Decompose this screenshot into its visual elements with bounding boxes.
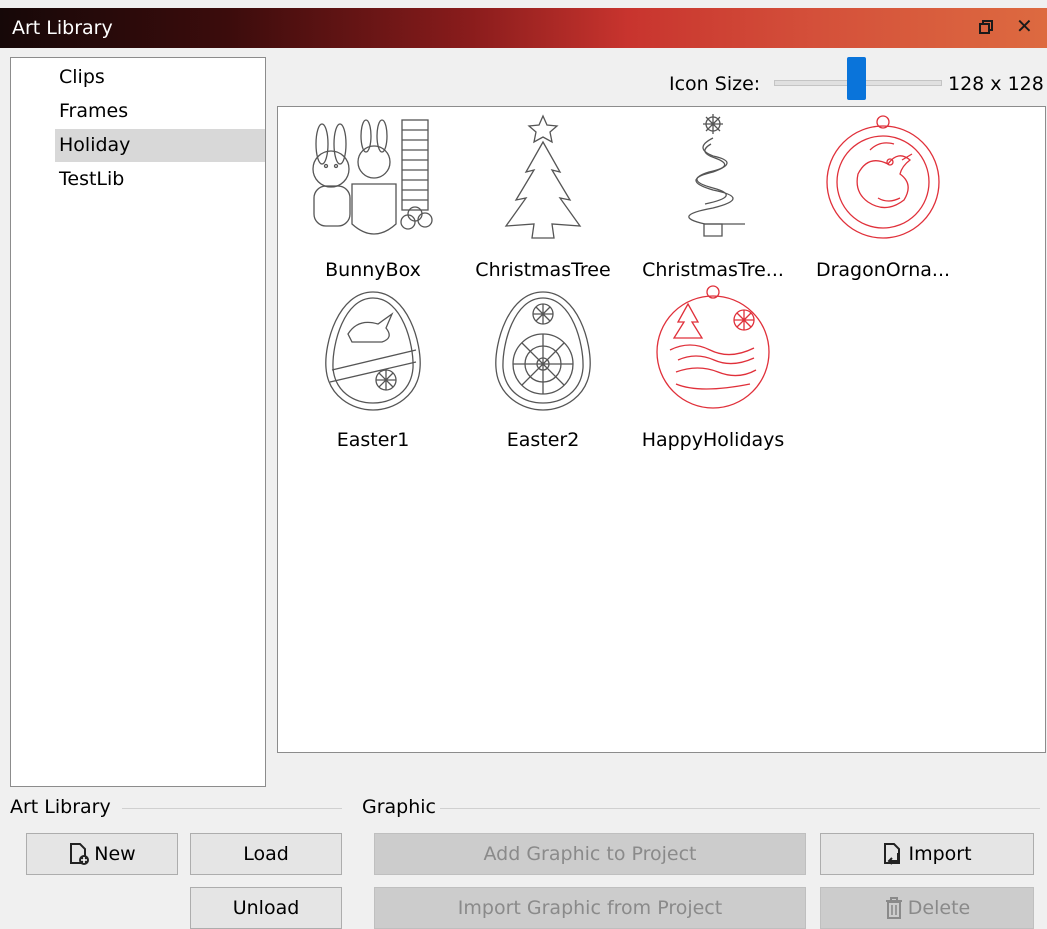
import-graphic-from-project-button[interactable]: Import Graphic from Project: [374, 887, 806, 929]
graphic-label: DragonOrna...: [815, 259, 951, 281]
window-title: Art Library: [12, 17, 113, 39]
new-file-icon: [70, 843, 90, 865]
delete-button-label: Delete: [907, 897, 971, 919]
graphic-label: ChristmasTre...: [642, 259, 784, 281]
title-bar: Art Library ✕: [0, 8, 1047, 48]
import-graphic-from-project-label: Import Graphic from Project: [457, 897, 723, 919]
art-library-group-divider: [122, 808, 342, 809]
icon-size-slider-thumb[interactable]: [847, 57, 866, 100]
easter2-thumbnail: [495, 291, 591, 411]
close-icon[interactable]: ✕: [1016, 14, 1033, 38]
graphic-group-label: Graphic: [362, 796, 437, 818]
graphic-label: BunnyBox: [325, 259, 421, 281]
easter1-thumbnail: [325, 291, 421, 411]
bunnybox-thumbnail: [312, 119, 433, 235]
load-button[interactable]: Load: [190, 833, 342, 875]
graphic-tile[interactable]: ChristmasTre...: [628, 112, 798, 287]
restore-icon[interactable]: [978, 16, 994, 40]
graphic-label: Easter1: [336, 429, 410, 451]
delete-button[interactable]: Delete: [820, 887, 1034, 929]
trash-icon: [885, 897, 902, 919]
graphic-label: HappyHolidays: [641, 429, 785, 451]
unload-button[interactable]: Unload: [190, 887, 342, 929]
import-file-icon: [884, 843, 901, 865]
graphic-tile[interactable]: Easter1: [288, 282, 458, 457]
graphic-tile[interactable]: HappyHolidays: [628, 282, 798, 457]
import-button[interactable]: Import: [820, 833, 1034, 875]
graphic-tile[interactable]: BunnyBox: [288, 112, 458, 287]
library-item-holiday[interactable]: Holiday: [55, 129, 265, 162]
add-graphic-label: Add Graphic to Project: [483, 843, 697, 865]
graphic-label: ChristmasTree: [475, 259, 611, 281]
art-library-group-label: Art Library: [10, 796, 111, 818]
new-button[interactable]: New: [26, 833, 178, 875]
library-item-testlib[interactable]: TestLib: [55, 163, 265, 196]
graphic-label: Easter2: [506, 429, 580, 451]
dragonornament-thumbnail: [826, 115, 940, 239]
happyholidays-thumbnail: [656, 285, 770, 409]
graphic-tile[interactable]: DragonOrna...: [798, 112, 968, 287]
add-graphic-to-project-button[interactable]: Add Graphic to Project: [374, 833, 806, 875]
library-item-frames[interactable]: Frames: [55, 95, 265, 128]
graphics-grid[interactable]: BunnyBox ChristmasTree ChristmasTre... D…: [277, 106, 1046, 753]
library-list[interactable]: Clips Frames Holiday TestLib: [10, 57, 266, 787]
new-button-label: New: [94, 843, 136, 865]
christmastree-thumbnail: [504, 114, 582, 239]
graphic-tile[interactable]: ChristmasTree: [458, 112, 628, 287]
icon-size-label: Icon Size:: [669, 73, 761, 95]
christmastree-swirl-thumbnail: [688, 114, 745, 237]
load-button-label: Load: [243, 843, 289, 865]
icon-size-value: 128 x 128: [948, 73, 1044, 95]
library-item-clips[interactable]: Clips: [55, 61, 265, 94]
graphic-group-divider: [440, 808, 1040, 809]
import-button-label: Import: [908, 843, 972, 865]
unload-button-label: Unload: [232, 897, 300, 919]
graphic-tile[interactable]: Easter2: [458, 282, 628, 457]
